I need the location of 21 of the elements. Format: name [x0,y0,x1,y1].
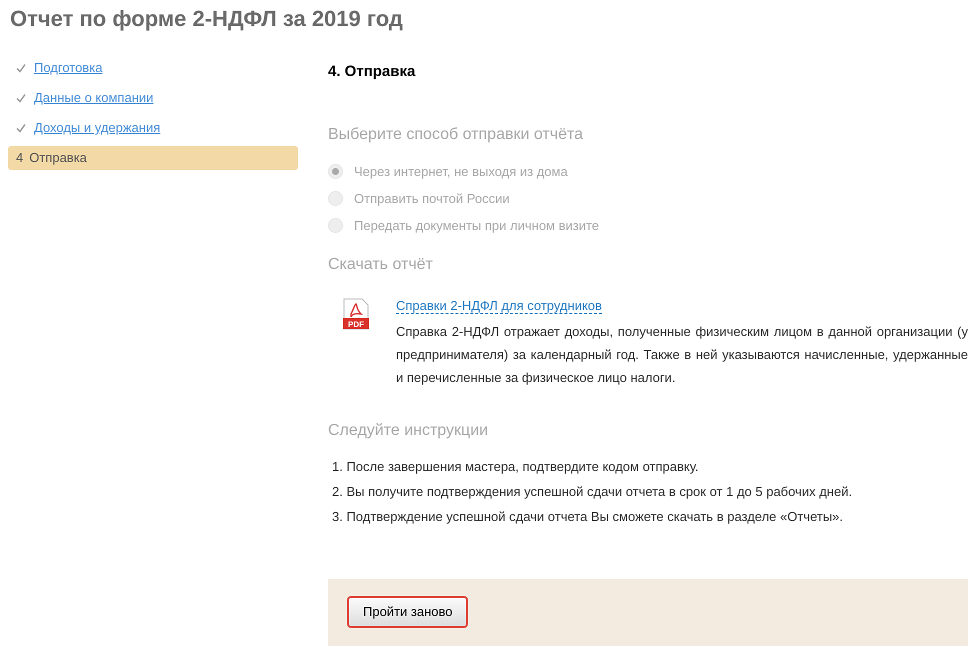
step-title: 4. Отправка [328,63,416,82]
step-link[interactable]: Подготовка [34,58,102,78]
step-link[interactable]: Данные о компании [34,88,154,108]
page-title: Отчет по форме 2-НДФЛ за 2019 год [9,5,404,33]
pdf-file-icon: PDF [342,298,370,330]
step-link[interactable]: Доходы и удержания [34,118,160,138]
instruction-item: 1. После завершения мастера, подтвердите кодом отправку. [332,458,700,476]
current-step[interactable]: 4 Отправка [8,146,298,170]
radio-label: Передать документы при личном визите [354,216,600,235]
description-text: Справка 2-НДФЛ отражает доходы, полученные физическим лицом в данной организации (у предпринимателя) за календарный год. Также в ней указываются начисленные, удержанные и перечисленные за физическое лицо налоги. [396,322,968,387]
restart-button[interactable]: Пройти заново [347,596,468,628]
step-label: Отправка [29,149,87,168]
instruction-item: 2. Вы получите подтверждения успешной сдачи отчета в срок от 1 до 5 рабочих дней. [332,483,854,502]
radio-label: Через интернет, не выходя из дома [354,162,568,181]
download-link[interactable]: Справки 2-НДФЛ для сотрудников [396,298,602,314]
section-heading: Скачать отчёт [328,255,434,274]
step-number: 4 [16,149,24,168]
section-heading: Выберите способ отправки отчёта [328,125,584,144]
instruction-item: 3. Подтверждение успешной сдачи отчета Вы сможете скачать в разделе «Отчеты». [332,508,844,526]
radio-label: Отправить почтой России [354,190,510,208]
section-heading: Следуйте инструкции [328,420,490,440]
